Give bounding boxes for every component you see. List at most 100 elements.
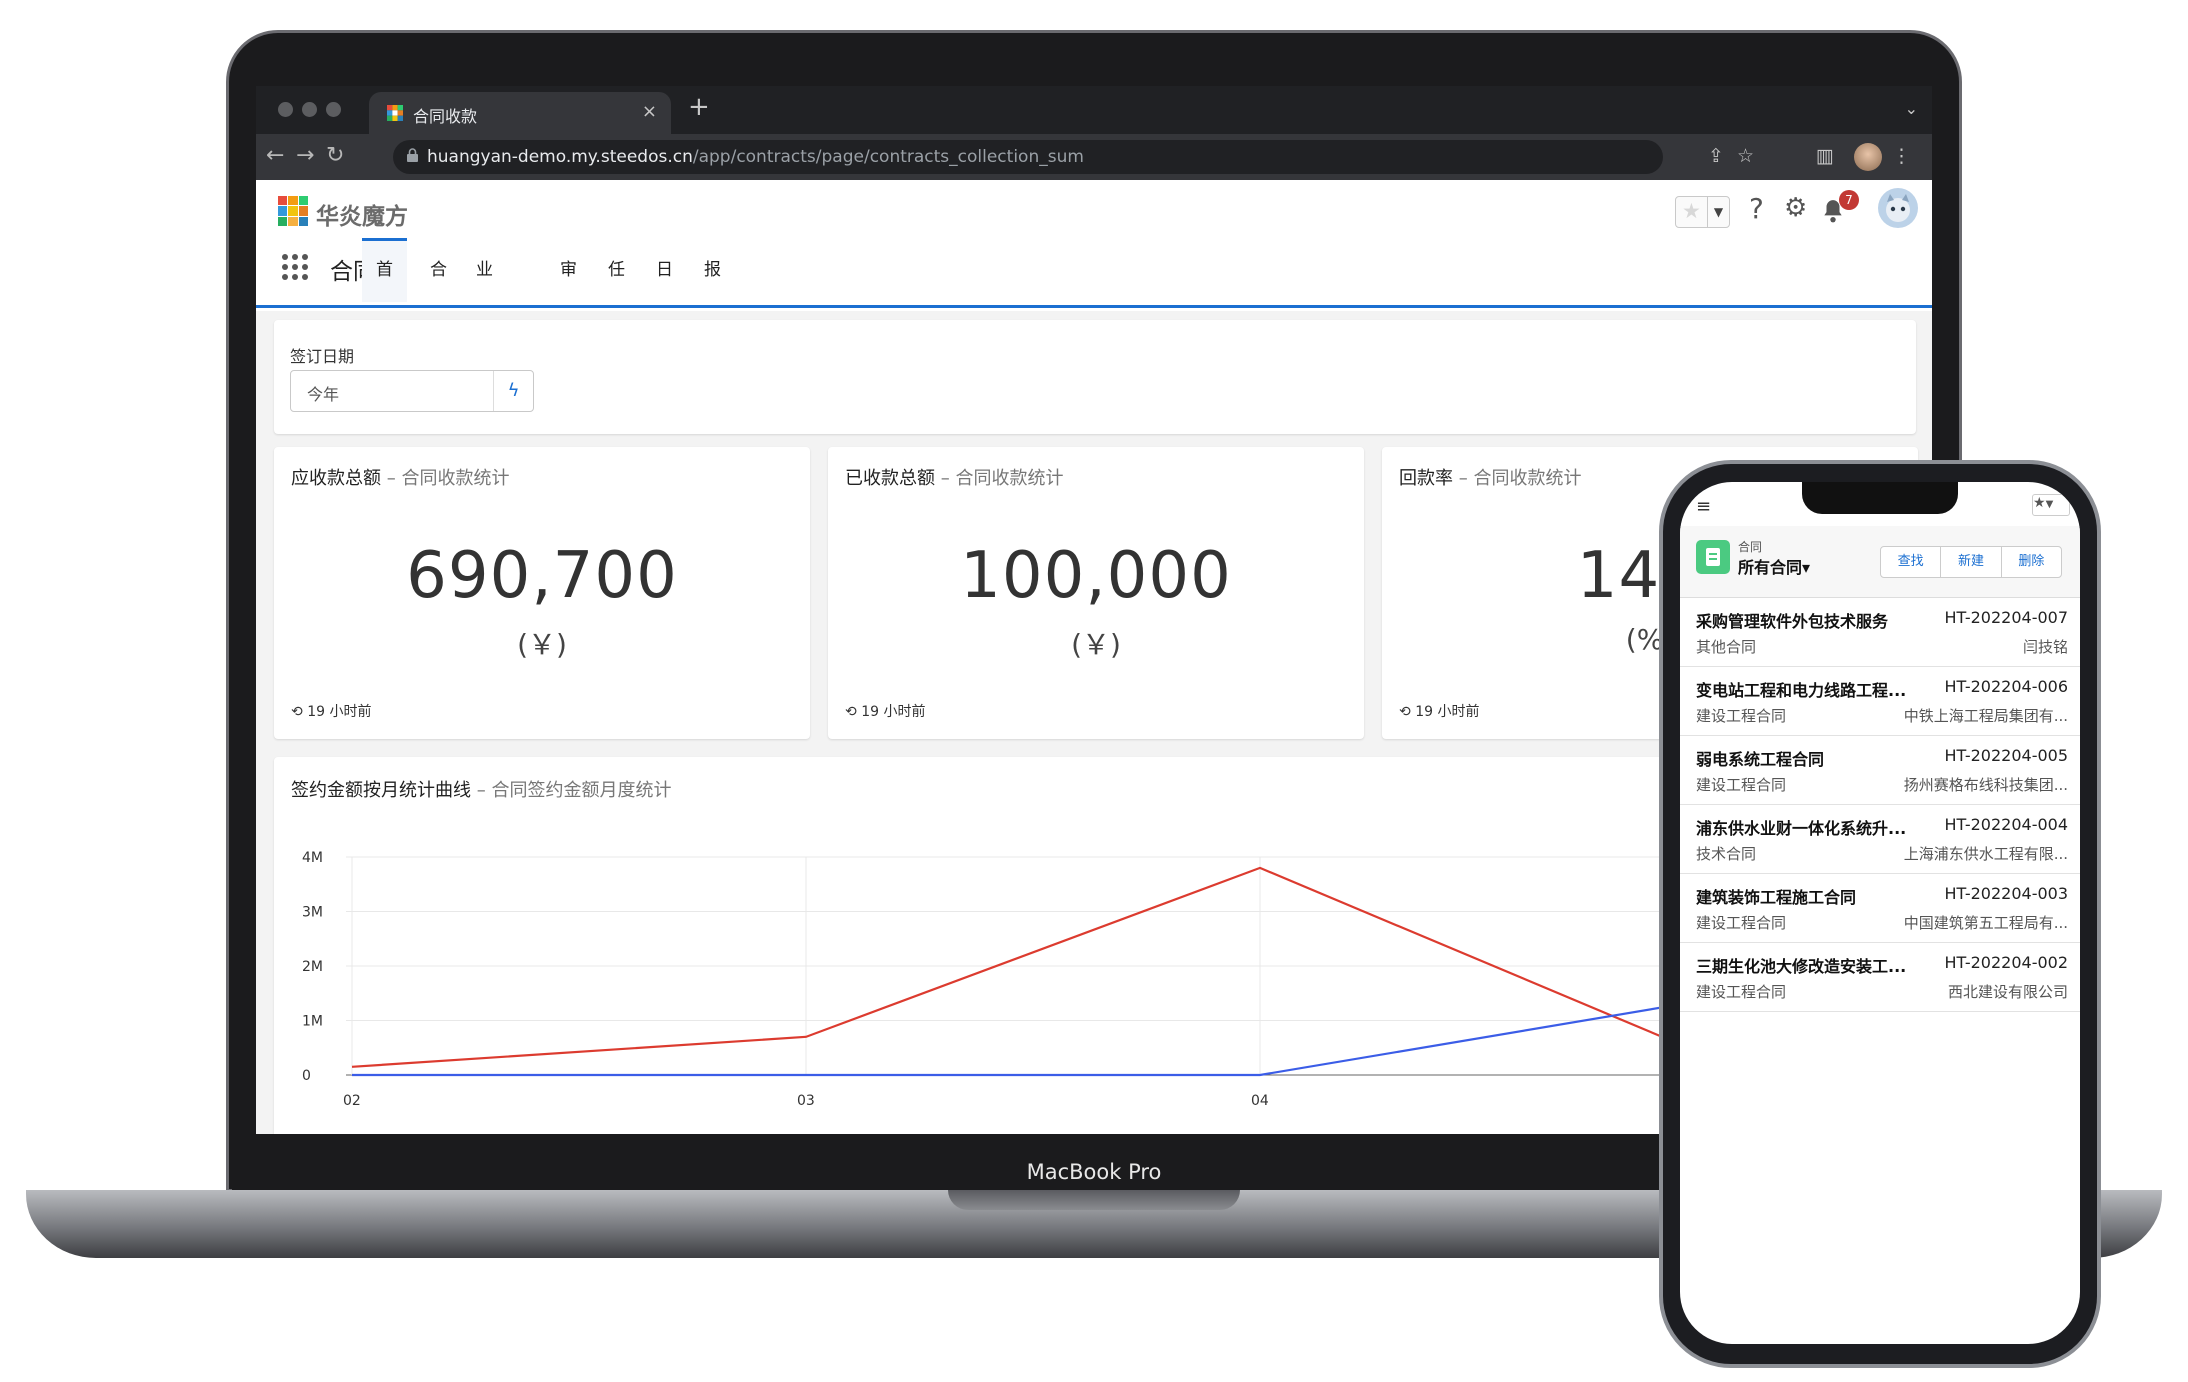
tab-tasks[interactable]: 任务: [594, 238, 639, 344]
browser-tab-bar: 合同收款 × + ⌄: [256, 86, 1932, 134]
url-host: huangyan-demo.my.steedos.cn: [427, 147, 693, 167]
reload-icon[interactable]: ↻: [326, 143, 344, 168]
window-zoom-dot[interactable]: [326, 102, 341, 117]
user-avatar[interactable]: [1878, 188, 1918, 228]
app-launcher-icon[interactable]: [282, 254, 308, 280]
kpi-title-sub: – 合同收款统计: [940, 468, 1064, 489]
record-name: 浦东供水业财一体化系统升...: [1696, 819, 1907, 838]
tab-partners[interactable]: 业务伙伴: [462, 238, 507, 472]
filter-card: 签订日期 今年 ϟ: [274, 320, 1916, 434]
record-code: HT-202204-002: [1944, 953, 2069, 972]
kpi-card-receivable: 应收款总额 – 合同收款统计 690,700 (￥) ⟲ 19 小时前: [274, 447, 810, 739]
app-header: 华炎魔方 ★ ▼ ? ⚙ 7 合同 首 合 业 审 任 日 报: [256, 180, 1932, 472]
record-party: 扬州赛格布线科技集团...: [1903, 776, 2068, 794]
y-tick-label: 3M: [302, 905, 323, 921]
star-icon: ★: [2033, 495, 2046, 511]
list-item[interactable]: 变电站工程和电力线路工程... HT-202204-006 建设工程合同 中铁上…: [1680, 668, 2080, 736]
kpi-title-main: 已收款总额: [845, 468, 935, 489]
list-view-label: 所有合同: [1738, 558, 1803, 577]
record-code: HT-202204-006: [1944, 677, 2069, 696]
browser-tab[interactable]: 合同收款 ×: [369, 92, 671, 134]
window-close-dot[interactable]: [278, 102, 293, 117]
document-icon: [1706, 548, 1720, 566]
help-icon[interactable]: ?: [1749, 192, 1764, 225]
kpi-title-main: 应收款总额: [291, 468, 381, 489]
browser-menu-icon[interactable]: ⋮: [1892, 145, 1911, 167]
back-icon[interactable]: ←: [266, 143, 284, 168]
delete-button[interactable]: 删除: [2000, 547, 2061, 577]
kpi-updated: ⟲ 19 小时前: [291, 701, 371, 721]
series-line-1: [352, 997, 1715, 1077]
kpi-updated: ⟲ 19 小时前: [845, 701, 925, 721]
bookmark-star-icon[interactable]: ☆: [1737, 145, 1754, 167]
settings-gear-icon[interactable]: ⚙: [1784, 193, 1807, 223]
record-code: HT-202204-004: [1944, 815, 2069, 834]
kpi-unit: (￥): [517, 628, 567, 661]
history-icon: ⟲: [1399, 704, 1411, 720]
new-tab-icon[interactable]: +: [688, 92, 710, 122]
list-item[interactable]: 三期生化池大修改造安装工... HT-202204-002 建设工程合同 西北建…: [1680, 944, 2080, 1012]
tab-search-chevron-icon[interactable]: ⌄: [1905, 99, 1918, 118]
list-item[interactable]: 弱电系统工程合同 HT-202204-005 建设工程合同 扬州赛格布线科技集团…: [1680, 737, 2080, 805]
series-line-0: [351, 866, 1715, 1068]
kpi-title-sub: – 合同收款统计: [386, 468, 510, 489]
record-code: HT-202204-003: [1944, 884, 2069, 903]
tab-approvals[interactable]: 审批: [546, 238, 591, 344]
tab-contracts[interactable]: 合同: [416, 238, 461, 344]
profile-avatar[interactable]: [1854, 143, 1882, 171]
notification-badge: 7: [1839, 190, 1859, 210]
list-item[interactable]: 浦东供水业财一体化系统升... HT-202204-004 技术合同 上海浦东供…: [1680, 806, 2080, 874]
y-tick-label: 0: [302, 1068, 311, 1084]
kpi-updated-text: 19 小时前: [307, 704, 372, 720]
date-filter-input[interactable]: 今年 ϟ: [290, 370, 534, 412]
forward-icon[interactable]: →: [296, 143, 314, 168]
history-icon: ⟲: [291, 704, 303, 720]
phone-screen: ≡ ★▼ 合同 所有合同▾ 查找 新建 删除 采购管理软件外包技术服务 HT-2…: [1680, 482, 2080, 1344]
tab-calendar[interactable]: 日程: [642, 238, 687, 344]
new-button[interactable]: 新建: [1940, 547, 2000, 577]
kpi-title: 已收款总额 – 合同收款统计: [845, 464, 1063, 490]
kpi-title: 回款率 – 合同收款统计: [1399, 464, 1581, 490]
record-name: 采购管理软件外包技术服务: [1696, 612, 1889, 631]
favorites-dropdown-icon[interactable]: ▼: [1707, 197, 1729, 227]
y-tick-label: 4M: [302, 850, 323, 866]
list-item[interactable]: 建筑装饰工程施工合同 HT-202204-003 建设工程合同 中国建筑第五工程…: [1680, 875, 2080, 943]
contract-object-icon: [1696, 540, 1730, 574]
kpi-title-sub: – 合同收款统计: [1458, 468, 1582, 489]
hamburger-menu-icon[interactable]: ≡: [1696, 496, 1711, 517]
laptop-notch: [948, 1190, 1240, 1210]
record-code: HT-202204-005: [1944, 746, 2069, 765]
favicon-icon: [387, 105, 403, 121]
phone-list-header: 合同 所有合同▾ 查找 新建 删除: [1680, 526, 2080, 598]
favorites-button[interactable]: ★ ▼: [1675, 196, 1730, 228]
phone-object-name: 合同: [1738, 540, 1763, 554]
lightning-icon[interactable]: ϟ: [493, 371, 533, 411]
tab-reports[interactable]: 报表: [690, 238, 735, 344]
tab-close-icon[interactable]: ×: [642, 101, 657, 122]
side-panel-icon[interactable]: ▥: [1816, 145, 1834, 167]
record-name: 变电站工程和电力线路工程...: [1696, 681, 1907, 700]
robot-avatar-icon: [1886, 194, 1910, 222]
record-name: 三期生化池大修改造安装工...: [1696, 957, 1907, 976]
lock-icon: [407, 148, 418, 162]
record-type: 其他合同: [1696, 638, 1757, 656]
kpi-title-main: 回款率: [1399, 468, 1453, 489]
dropdown-icon[interactable]: ▼: [2046, 499, 2054, 510]
record-party: 中国建筑第五工程局有...: [1903, 914, 2068, 932]
search-button[interactable]: 查找: [1881, 547, 1940, 577]
record-type: 建设工程合同: [1696, 707, 1787, 725]
record-code: HT-202204-007: [1944, 608, 2069, 627]
kpi-card-received: 已收款总额 – 合同收款统计 100,000 (￥) ⟲ 19 小时前: [828, 447, 1364, 739]
record-party: 西北建设有限公司: [1947, 983, 2068, 1001]
address-bar[interactable]: huangyan-demo.my.steedos.cn/app/contract…: [393, 140, 1663, 174]
phone-favorites-button[interactable]: ★▼: [2032, 494, 2070, 516]
window-minimize-dot[interactable]: [302, 102, 317, 117]
kpi-updated-text: 19 小时前: [861, 704, 926, 720]
list-item[interactable]: 采购管理软件外包技术服务 HT-202204-007 其他合同 闫技铭: [1680, 599, 2080, 667]
record-name: 弱电系统工程合同: [1696, 750, 1825, 769]
record-type: 建设工程合同: [1696, 983, 1787, 1001]
tab-home[interactable]: 首页: [362, 238, 407, 338]
y-tick-label: 2M: [302, 959, 323, 975]
share-icon[interactable]: ⇪: [1708, 145, 1724, 167]
phone-list-view-selector[interactable]: 所有合同▾: [1738, 554, 1810, 578]
